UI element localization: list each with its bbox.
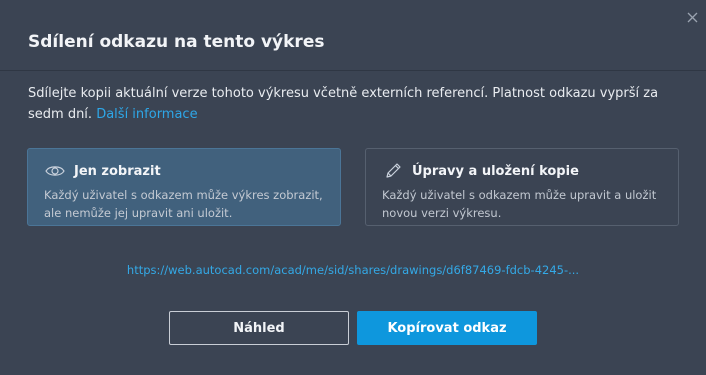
- option-view-only[interactable]: Jen zobrazit Každý uživatel s odkazem mů…: [27, 148, 341, 226]
- close-button[interactable]: [684, 9, 700, 25]
- option-view-only-description: Každý uživatel s odkazem může výkres zob…: [44, 188, 323, 220]
- dialog-title: Sdílení odkazu na tento výkres: [28, 32, 325, 52]
- copy-link-button[interactable]: Kopírovat odkaz: [357, 311, 537, 345]
- option-edit-save-copy-title: Úpravy a uložení kopie: [412, 163, 579, 179]
- preview-button[interactable]: Náhled: [169, 311, 349, 345]
- option-edit-save-copy-description: Každý uživatel s odkazem může upravit a …: [382, 188, 657, 220]
- share-link-url[interactable]: https://web.autocad.com/acad/me/sid/shar…: [0, 263, 706, 277]
- option-edit-save-copy-header: Úpravy a uložení kopie: [382, 161, 662, 181]
- option-edit-save-copy[interactable]: Úpravy a uložení kopie Každý uživatel s …: [365, 148, 679, 226]
- header-divider: [0, 70, 706, 71]
- close-icon[interactable]: [687, 12, 698, 23]
- option-view-only-header: Jen zobrazit: [44, 161, 324, 181]
- pencil-icon: [382, 161, 404, 181]
- more-info-link[interactable]: Další informace: [96, 107, 197, 122]
- share-link-dialog: Sdílení odkazu na tento výkres Sdílejte …: [0, 0, 706, 375]
- dialog-description: Sdílejte kopii aktuální verze tohoto výk…: [28, 83, 688, 125]
- eye-icon: [44, 161, 66, 181]
- option-view-only-title: Jen zobrazit: [74, 163, 161, 179]
